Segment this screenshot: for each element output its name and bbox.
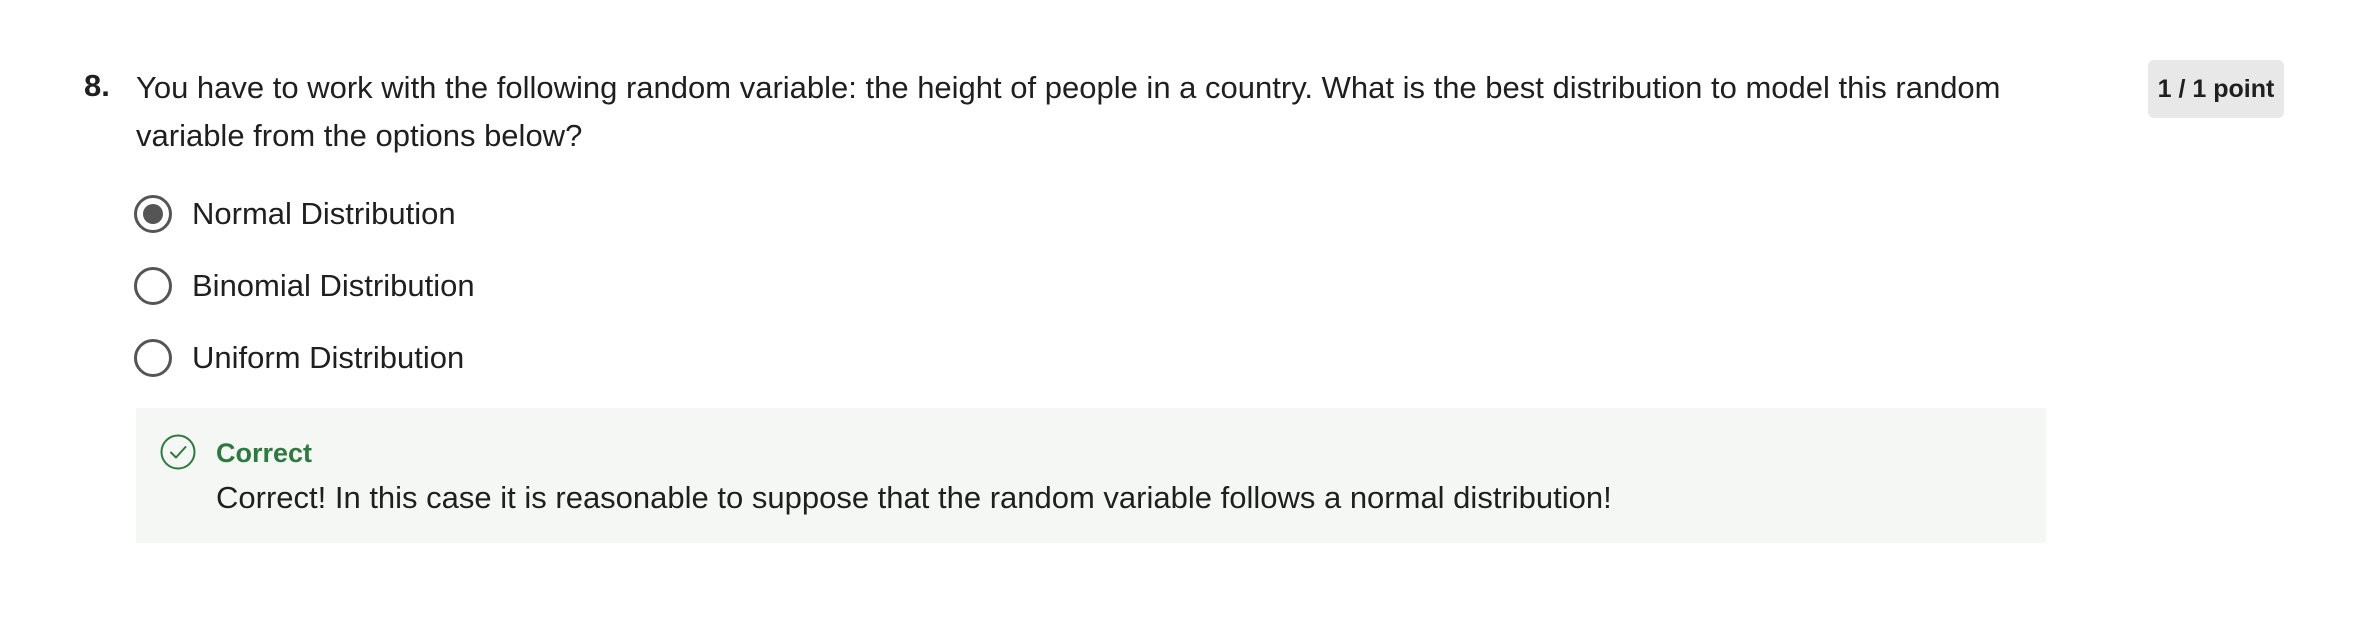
radio-button-selected[interactable] <box>134 195 172 233</box>
quiz-question: 8. You have to work with the following r… <box>0 0 2368 630</box>
option-label: Binomial Distribution <box>192 268 475 303</box>
question-number: 8. <box>84 68 110 103</box>
radio-button[interactable] <box>134 339 172 377</box>
option-uniform-distribution[interactable]: Uniform Distribution <box>134 322 475 394</box>
feedback-text: Correct! In this case it is reasonable t… <box>216 480 1612 515</box>
option-binomial-distribution[interactable]: Binomial Distribution <box>134 250 475 322</box>
option-label: Uniform Distribution <box>192 340 465 375</box>
feedback-title: Correct <box>216 438 313 468</box>
check-circle-icon <box>160 434 196 470</box>
option-normal-distribution[interactable]: Normal Distribution <box>134 178 475 250</box>
radio-button[interactable] <box>134 267 172 305</box>
points-badge: 1 / 1 point <box>2148 60 2284 118</box>
option-label: Normal Distribution <box>192 196 456 231</box>
answer-options: Normal Distribution Binomial Distributio… <box>134 195 475 394</box>
feedback-panel: Correct Correct! In this case it is reas… <box>136 408 2046 543</box>
question-text: You have to work with the following rand… <box>136 70 2001 153</box>
